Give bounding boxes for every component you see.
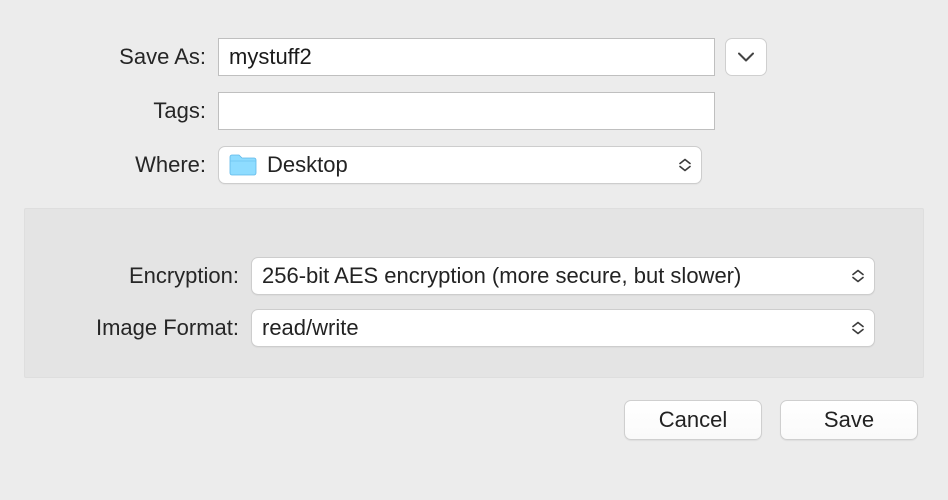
encryption-value: 256-bit AES encryption (more secure, but… bbox=[262, 263, 864, 289]
image-format-value: read/write bbox=[262, 315, 864, 341]
save-as-row: Save As: bbox=[0, 38, 948, 76]
where-popup[interactable]: Desktop bbox=[218, 146, 702, 184]
tags-row: Tags: bbox=[0, 92, 948, 130]
save-dialog: Save As: Tags: Where: Desktop Encrypt bbox=[0, 0, 948, 500]
updown-icon bbox=[679, 159, 691, 172]
where-row: Where: Desktop bbox=[0, 146, 948, 184]
encryption-popup[interactable]: 256-bit AES encryption (more secure, but… bbox=[251, 257, 875, 295]
image-format-popup[interactable]: read/write bbox=[251, 309, 875, 347]
chevron-down-icon bbox=[738, 52, 754, 62]
expand-button[interactable] bbox=[725, 38, 767, 76]
cancel-button-label: Cancel bbox=[659, 407, 727, 433]
cancel-button[interactable]: Cancel bbox=[624, 400, 762, 440]
encryption-label: Encryption: bbox=[55, 263, 251, 289]
options-panel: Encryption: 256-bit AES encryption (more… bbox=[24, 208, 924, 378]
image-format-label: Image Format: bbox=[55, 315, 251, 341]
where-value: Desktop bbox=[267, 152, 691, 178]
where-label: Where: bbox=[0, 152, 218, 178]
save-as-label: Save As: bbox=[0, 44, 218, 70]
tags-label: Tags: bbox=[0, 98, 218, 124]
save-button-label: Save bbox=[824, 407, 874, 433]
save-as-input[interactable] bbox=[218, 38, 715, 76]
updown-icon bbox=[852, 270, 864, 283]
save-button[interactable]: Save bbox=[780, 400, 918, 440]
button-row: Cancel Save bbox=[0, 378, 948, 440]
folder-icon bbox=[229, 154, 257, 176]
encryption-row: Encryption: 256-bit AES encryption (more… bbox=[55, 257, 893, 295]
tags-input[interactable] bbox=[218, 92, 715, 130]
image-format-row: Image Format: read/write bbox=[55, 309, 893, 347]
updown-icon bbox=[852, 322, 864, 335]
